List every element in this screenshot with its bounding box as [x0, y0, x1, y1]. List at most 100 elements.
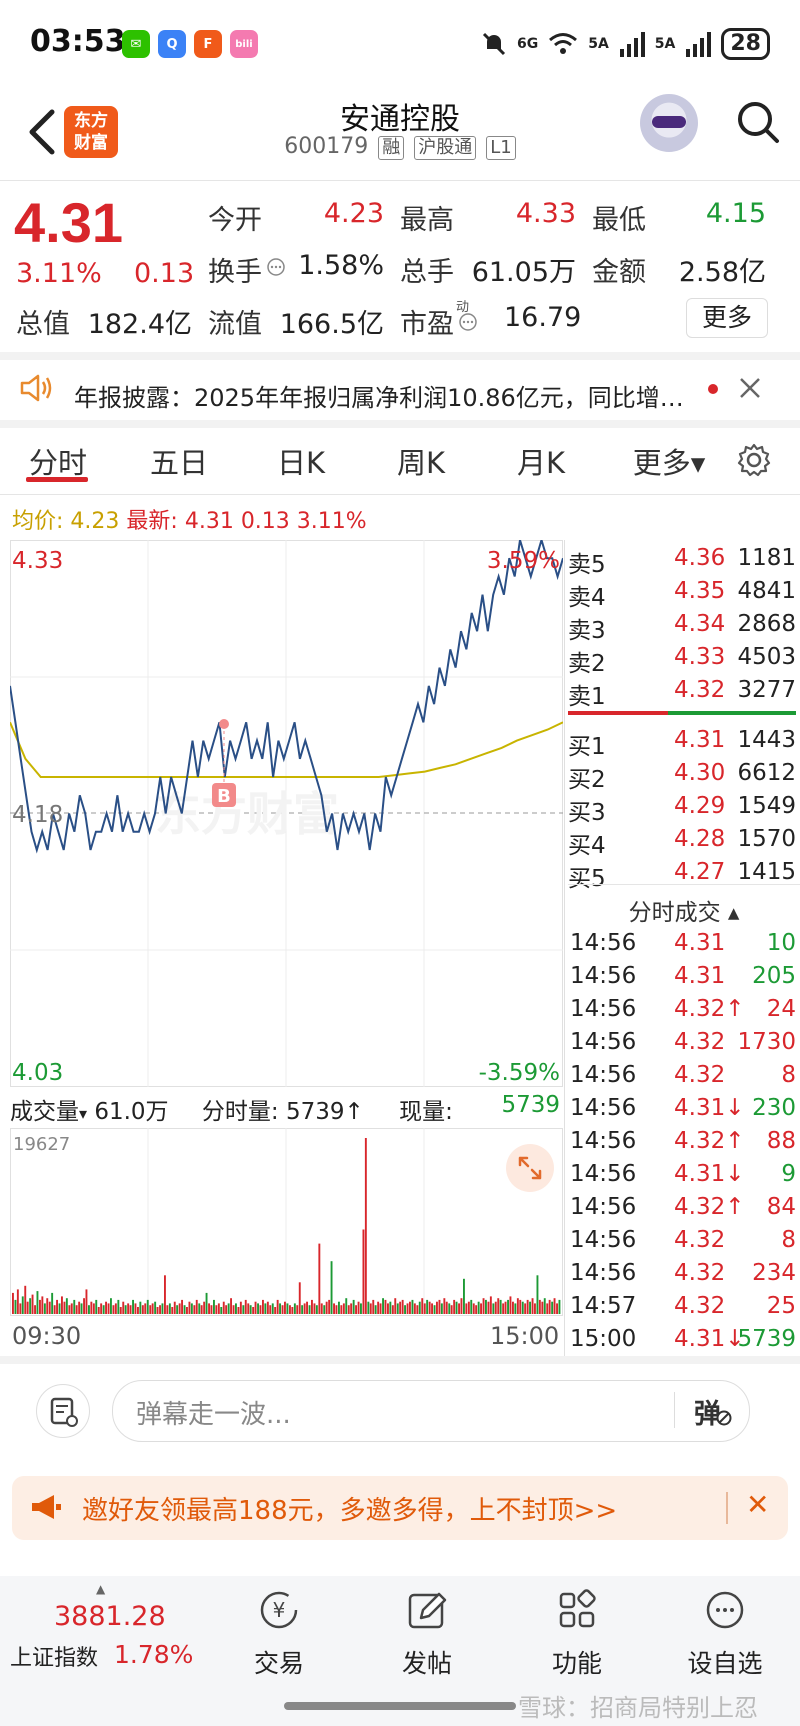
bid-ask-divider — [568, 711, 796, 715]
bid-row[interactable]: 买2 4.30 6612 — [568, 760, 800, 793]
index-value[interactable]: 3881.28 — [54, 1601, 166, 1632]
tab-more[interactable]: 更多▾ — [626, 440, 712, 482]
value-float-cap: 166.5亿 — [279, 309, 384, 340]
label-high: 最高 — [400, 205, 454, 236]
index-change[interactable]: 1.78% — [114, 1640, 193, 1669]
volume-bar — [61, 1296, 63, 1314]
volume-bar — [543, 1298, 546, 1314]
tab-five-day[interactable]: 五日 — [144, 440, 214, 482]
volume-bar — [156, 1307, 159, 1314]
announcement-text[interactable]: 年报披露：2025年年报归属净利润10.86亿元，同比增… — [74, 378, 684, 413]
ask-volume: 4841 — [737, 578, 796, 604]
bid-row[interactable]: 买5 4.27 1415 — [568, 859, 800, 892]
volume-bar — [394, 1298, 397, 1314]
volume-selector[interactable]: 成交量 — [10, 1099, 79, 1125]
tick-volume: 25 — [766, 1293, 796, 1319]
tick-volume: 8 — [781, 1062, 796, 1088]
tick-price: 4.31 — [674, 930, 726, 956]
megaphone-icon — [32, 1495, 61, 1519]
volume-bar — [538, 1299, 541, 1314]
volume-bar — [519, 1299, 522, 1314]
bid-row[interactable]: 买4 4.28 1570 — [568, 826, 800, 859]
post-icon — [408, 1592, 447, 1629]
pct-label-top: 3.59% — [487, 548, 560, 574]
clock: 03:53 — [30, 24, 126, 59]
info-icon[interactable] — [458, 312, 478, 332]
index-name[interactable]: 上证指数 — [10, 1640, 98, 1672]
bid-row[interactable]: 买1 4.31 1443 — [568, 727, 800, 760]
volume-bar — [411, 1299, 414, 1314]
info-icon[interactable] — [266, 257, 286, 277]
tick-row: 14:56 4.32 8 — [568, 1062, 800, 1095]
ask-level-label: 卖5 — [568, 552, 606, 578]
ask-row[interactable]: 卖3 4.34 2868 — [568, 611, 800, 644]
volume-bar — [146, 1299, 149, 1314]
nav-trade[interactable]: ¥ 交易 — [224, 1588, 334, 1680]
tick-trades-title[interactable]: 分时成交 ▴ — [568, 893, 800, 927]
label-turnover: 换手 — [208, 257, 262, 288]
volume-bar — [271, 1303, 274, 1314]
promo-text[interactable]: 邀好友领最高188元，多邀多得，上不封顶>> — [82, 1490, 617, 1527]
volume-bar — [186, 1307, 188, 1314]
ask-row[interactable]: 卖2 4.33 4503 — [568, 644, 800, 677]
chart-info-line: 均价: 4.23 最新: 4.31 0.13 3.11% — [12, 503, 367, 535]
danmaku-list-button[interactable] — [36, 1384, 90, 1438]
volume-bar — [171, 1307, 174, 1314]
volume-bar — [448, 1303, 451, 1314]
volume-bar — [213, 1299, 215, 1314]
volume-bar — [39, 1299, 41, 1314]
volume-bar — [107, 1303, 110, 1314]
ask-row[interactable]: 卖4 4.35 4841 — [568, 578, 800, 611]
tab-daily-k[interactable]: 日K — [266, 440, 336, 482]
intraday-price-chart[interactable]: 东方财富 4.33 4.18 4.03 3.59% -3.59% B — [10, 540, 563, 1087]
tick-volume: 84 — [766, 1194, 796, 1220]
volume-bar — [198, 1303, 201, 1314]
nav-post[interactable]: 发帖 — [372, 1588, 482, 1680]
tick-time: 14:56 — [570, 1095, 637, 1121]
tick-time: 14:56 — [570, 1194, 637, 1220]
volume-bar — [75, 1305, 78, 1314]
promo-close-button[interactable]: ✕ — [746, 1488, 769, 1521]
ask-row[interactable]: 卖1 4.32 3277 — [568, 677, 800, 710]
home-indicator[interactable] — [284, 1702, 516, 1710]
label-amount: 金额 — [592, 257, 646, 288]
volume-bar — [440, 1303, 443, 1314]
close-icon[interactable] — [738, 376, 762, 400]
tick-row: 14:56 4.32↑ 84 — [568, 1194, 800, 1227]
more-button[interactable]: 更多 — [686, 298, 768, 338]
bid-row[interactable]: 买3 4.29 1549 — [568, 793, 800, 826]
tab-weekly-k[interactable]: 周K — [386, 440, 456, 482]
dropdown-icon[interactable]: ▾ — [79, 1104, 87, 1123]
settings-gear-icon[interactable] — [736, 442, 772, 478]
tab-monthly-k[interactable]: 月K — [506, 440, 576, 482]
volume-bar — [90, 1301, 93, 1314]
expand-up-icon[interactable]: ▲ — [96, 1582, 105, 1596]
volume-bar — [124, 1305, 127, 1314]
ask-row[interactable]: 卖5 4.36 1181 — [568, 545, 800, 578]
y-label-top: 4.33 — [12, 548, 63, 574]
tick-time: 15:00 — [570, 1326, 637, 1352]
ai-assistant-avatar[interactable] — [640, 94, 698, 152]
nav-add-watchlist[interactable]: 设自选 — [670, 1588, 780, 1680]
tick-time: 14:56 — [570, 1161, 637, 1187]
mute-icon — [482, 32, 506, 56]
volume-bar — [360, 1303, 362, 1314]
value-open: 4.23 — [323, 198, 384, 229]
danmaku-placeholder[interactable]: 弹幕走一波... — [136, 1394, 291, 1431]
tab-intraday[interactable]: 分时 — [26, 440, 90, 482]
volume-chart[interactable]: 19627 — [10, 1128, 563, 1316]
danmaku-toggle-button[interactable]: 弹 — [676, 1388, 736, 1432]
volume-bar — [333, 1303, 335, 1314]
volume-bar — [480, 1303, 482, 1314]
volume-bar — [445, 1301, 448, 1314]
expand-chart-button[interactable] — [506, 1144, 554, 1192]
volume-bar — [470, 1299, 473, 1314]
nav-functions[interactable]: 功能 — [522, 1588, 632, 1680]
tab-active-indicator — [26, 477, 88, 482]
eastmoney-app-icon: F — [194, 30, 222, 58]
search-icon[interactable] — [736, 100, 780, 144]
tick-time: 14:56 — [570, 1227, 637, 1253]
volume-bar — [122, 1301, 125, 1314]
value-volume: 61.05万 — [471, 257, 576, 288]
volume-bar — [504, 1301, 507, 1314]
